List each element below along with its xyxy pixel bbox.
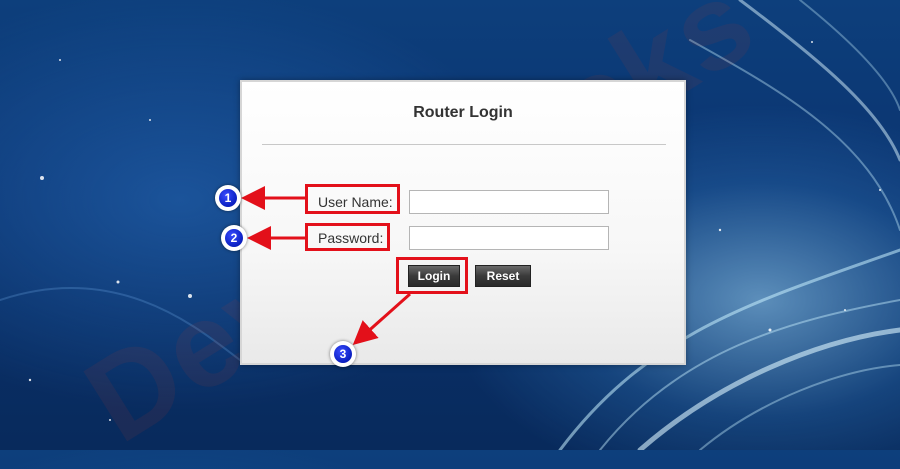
reset-button[interactable]: Reset [475, 265, 531, 287]
callout-2: 2 [221, 225, 247, 251]
callout-2-number: 2 [225, 229, 243, 247]
page-title: Router Login [413, 104, 513, 121]
login-highlight-box [396, 257, 468, 294]
callout-1: 1 [215, 185, 241, 211]
title-divider [262, 144, 666, 145]
username-input[interactable] [409, 190, 609, 214]
password-input[interactable] [409, 226, 609, 250]
callout-3-number: 3 [334, 345, 352, 363]
password-highlight-box [305, 223, 390, 251]
callout-3: 3 [330, 341, 356, 367]
username-highlight-box [305, 184, 400, 214]
callout-1-number: 1 [219, 189, 237, 207]
